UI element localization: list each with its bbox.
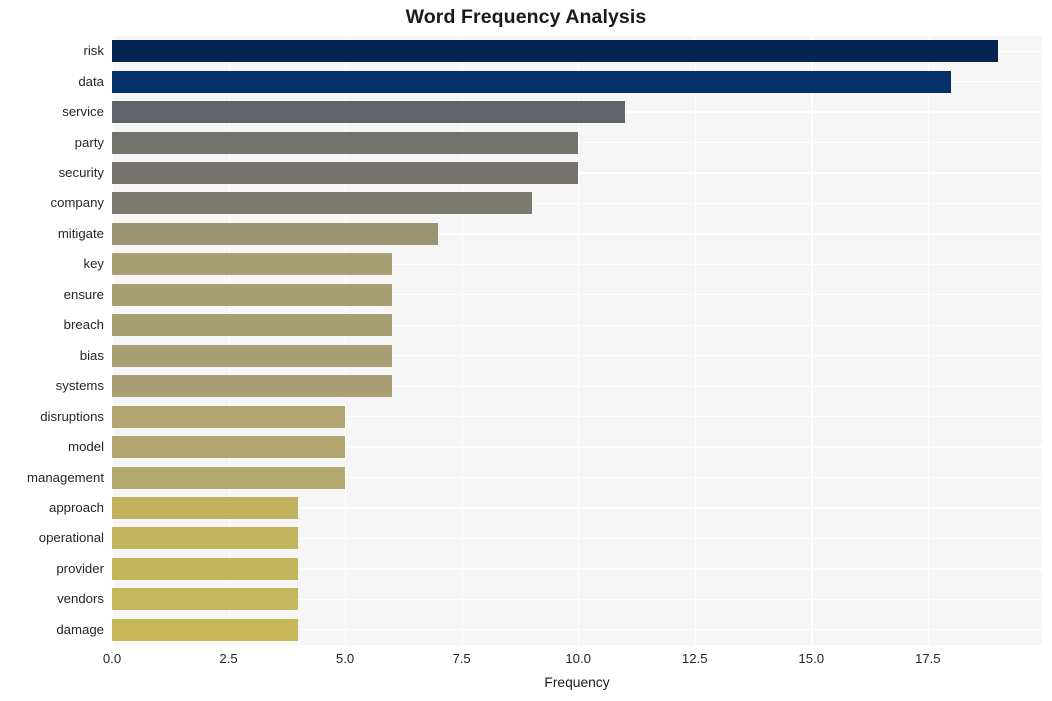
bar-systems[interactable] <box>112 375 392 398</box>
bar-model[interactable] <box>112 436 346 459</box>
y-tick-label-service: service <box>62 104 104 120</box>
y-tick-label-breach: breach <box>63 317 104 333</box>
y-tick-label-approach: approach <box>49 499 104 515</box>
x-tick-label-0.0: 0.0 <box>102 651 122 666</box>
y-axis-tick-labels: risk data service party security company mitig… <box>0 36 104 645</box>
bar-operational[interactable] <box>112 527 299 550</box>
y-tick-label-key: key <box>83 256 104 272</box>
bar-breach[interactable] <box>112 314 392 337</box>
y-tick-label-damage: damage <box>56 621 104 637</box>
bar-security[interactable] <box>112 162 579 185</box>
bar-data[interactable] <box>112 70 952 93</box>
y-tick-label-systems: systems <box>55 378 104 394</box>
y-tick-label-company: company <box>50 195 104 211</box>
plot-area <box>112 36 1042 645</box>
y-tick-label-data: data <box>78 73 104 89</box>
y-tick-label-operational: operational <box>38 530 104 546</box>
y-tick-label-security: security <box>58 165 104 181</box>
y-tick-label-provider: provider <box>56 560 104 576</box>
bar-provider[interactable] <box>112 557 299 580</box>
y-tick-label-model: model <box>68 439 104 455</box>
x-tick-label-2.5: 2.5 <box>219 651 238 666</box>
bar-bias[interactable] <box>112 344 392 367</box>
bar-company[interactable] <box>112 192 532 215</box>
bar-management[interactable] <box>112 466 346 489</box>
y-tick-label-mitigate: mitigate <box>57 225 104 241</box>
y-tick-label-vendors: vendors <box>57 591 104 607</box>
y-tick-label-risk: risk <box>83 43 104 59</box>
bar-party[interactable] <box>112 131 579 154</box>
chart-title: Word Frequency Analysis <box>405 6 647 28</box>
bar-mitigate[interactable] <box>112 222 439 245</box>
x-tick-label-17.5: 17.5 <box>914 651 941 666</box>
x-tick-label-5.0: 5.0 <box>335 651 355 666</box>
bar-vendors[interactable] <box>112 588 299 611</box>
bar-key[interactable] <box>112 253 392 276</box>
bar-damage[interactable] <box>112 618 299 641</box>
x-tick-label-10.0: 10.0 <box>565 651 591 666</box>
bar-ensure[interactable] <box>112 283 392 306</box>
bar-disruptions[interactable] <box>112 405 346 428</box>
bar-risk[interactable] <box>112 40 998 63</box>
y-tick-label-bias: bias <box>79 347 104 363</box>
x-axis-label: Frequency <box>544 675 610 690</box>
x-tick-label-12.5: 12.5 <box>681 651 708 666</box>
word-frequency-chart: Word Frequency Analysis risk data service p… <box>0 0 1052 701</box>
y-tick-label-ensure: ensure <box>63 286 104 302</box>
y-tick-label-disruptions: disruptions <box>40 408 104 424</box>
bar-approach[interactable] <box>112 496 299 519</box>
x-tick-label-7.5: 7.5 <box>452 651 471 666</box>
bar-series <box>112 36 1042 645</box>
x-axis-tick-labels: 0.0 2.5 5.0 7.5 10.0 12.5 15.0 17.5 <box>103 651 1042 671</box>
x-tick-label-15.0: 15.0 <box>798 651 825 666</box>
bar-service[interactable] <box>112 101 625 124</box>
y-tick-label-party: party <box>74 134 104 150</box>
y-tick-label-management: management <box>27 469 104 485</box>
